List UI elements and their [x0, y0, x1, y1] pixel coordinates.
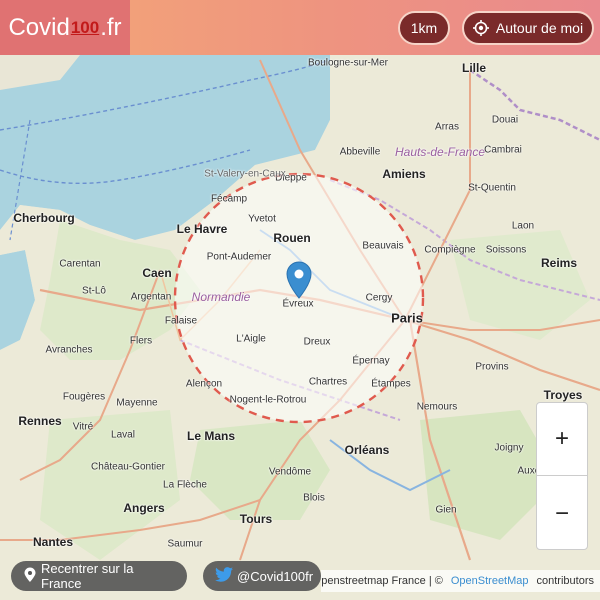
region-label-hauts-de-france: Hauts-de-France: [394, 145, 486, 159]
city-label-laval: Laval: [111, 429, 135, 441]
site-logo[interactable]: Covid 100 .fr: [0, 0, 130, 55]
city-label-saint-quentin: St-Quentin: [468, 182, 516, 194]
city-label-pont-audemer: Pont-Audemer: [206, 251, 272, 263]
city-label-saint-lo: St-Lô: [82, 285, 106, 297]
city-label-nantes: Nantes: [32, 535, 74, 549]
city-label-le-mans: Le Mans: [186, 429, 236, 443]
city-label-angers: Angers: [123, 501, 165, 515]
city-label-douai: Douai: [491, 114, 519, 126]
city-label-soissons: Soissons: [485, 244, 527, 256]
location-pin-icon: [23, 567, 37, 586]
city-label-etampes: Étampes: [371, 378, 411, 390]
zoom-control: + −: [536, 402, 588, 550]
city-label-saint-valery: St-Valery-en-Caux: [204, 168, 286, 180]
twitter-handle: @Covid100fr: [237, 568, 314, 584]
city-label-fecamp: Fécamp: [210, 193, 248, 205]
city-label-mayenne: Mayenne: [116, 397, 158, 409]
city-label-argentan: Argentan: [130, 291, 172, 303]
city-label-dreux: Dreux: [303, 336, 331, 348]
city-label-gien: Gien: [435, 504, 457, 516]
hundred-emoji-icon: 100: [70, 17, 100, 37]
city-label-la-fleche: La Flèche: [163, 479, 207, 491]
city-label-alencon: Alençon: [185, 378, 223, 390]
radius-label: 1km: [410, 20, 438, 36]
city-label-le-havre: Le Havre: [176, 222, 228, 236]
city-label-beauvais: Beauvais: [362, 240, 404, 252]
city-label-amiens: Amiens: [382, 167, 426, 181]
map[interactable]: Hauts-de-France Normandie Lille Amiens R…: [0, 0, 600, 600]
near-me-label: Autour de moi: [495, 20, 584, 36]
city-label-vitre: Vitré: [72, 421, 94, 433]
city-label-tours: Tours: [239, 512, 273, 526]
city-label-joigny: Joigny: [494, 442, 524, 454]
city-label-epernay: Épernay: [352, 355, 390, 367]
city-label-fougeres: Fougères: [62, 391, 106, 403]
city-label-cergy: Cergy: [365, 292, 393, 304]
city-label-laigle: L'Aigle: [236, 333, 266, 345]
city-label-flers: Flers: [129, 335, 153, 347]
osm-link[interactable]: OpenStreetMap: [451, 575, 529, 587]
city-label-compiegne: Compiègne: [424, 244, 476, 256]
zoom-in-button[interactable]: +: [537, 403, 587, 476]
near-me-button[interactable]: Autour de moi: [462, 11, 594, 45]
twitter-button[interactable]: @Covid100fr: [203, 561, 321, 591]
city-label-orleans: Orléans: [344, 443, 390, 457]
zoom-out-button[interactable]: −: [537, 477, 587, 550]
crosshair-icon: [472, 20, 489, 36]
radius-button[interactable]: 1km: [398, 11, 450, 45]
recenter-label: Recentrer sur la France: [41, 561, 134, 591]
logo-text-covid: Covid: [8, 13, 70, 41]
city-label-rouen: Rouen: [273, 231, 311, 245]
recenter-button[interactable]: Recentrer sur la France: [11, 561, 187, 591]
city-label-rennes: Rennes: [18, 414, 62, 428]
logo-text-fr: .fr: [100, 13, 122, 41]
city-label-troyes: Troyes: [543, 388, 583, 402]
city-label-caen: Caen: [142, 266, 172, 280]
city-label-paris: Paris: [391, 310, 423, 326]
city-label-arras: Arras: [435, 121, 459, 133]
city-label-chartres: Chartres: [308, 376, 348, 388]
city-label-nogent: Nogent-le-Rotrou: [229, 394, 307, 406]
twitter-bird-icon: [215, 567, 233, 585]
attribution-prefix: penstreetmap France | ©: [321, 575, 443, 587]
city-label-evreux: Évreux: [282, 298, 314, 310]
city-label-blois: Blois: [303, 492, 325, 504]
city-label-nemours: Nemours: [416, 401, 458, 413]
city-label-laon: Laon: [511, 220, 535, 232]
city-label-falaise: Falaise: [164, 315, 198, 327]
city-label-reims: Reims: [540, 256, 578, 270]
map-attribution: penstreetmap France | © OpenStreetMap co…: [321, 570, 600, 592]
attribution-suffix: contributors: [536, 575, 594, 587]
city-label-saumur: Saumur: [167, 538, 203, 550]
city-label-carentan: Carentan: [59, 258, 101, 270]
city-label-yvetot: Yvetot: [248, 213, 276, 225]
city-label-boulogne: Boulogne-sur-Mer: [307, 57, 389, 69]
city-label-chateau-gontier: Château-Gontier: [91, 461, 165, 473]
city-label-vendome: Vendôme: [268, 466, 312, 478]
city-label-provins: Provins: [475, 361, 509, 373]
city-label-cambrai: Cambrai: [484, 144, 522, 156]
city-label-avranches: Avranches: [45, 344, 93, 356]
city-label-cherbourg: Cherbourg: [13, 211, 75, 225]
city-label-abbeville: Abbeville: [339, 146, 381, 158]
city-label-lille: Lille: [461, 61, 487, 75]
region-label-normandie: Normandie: [191, 290, 251, 304]
